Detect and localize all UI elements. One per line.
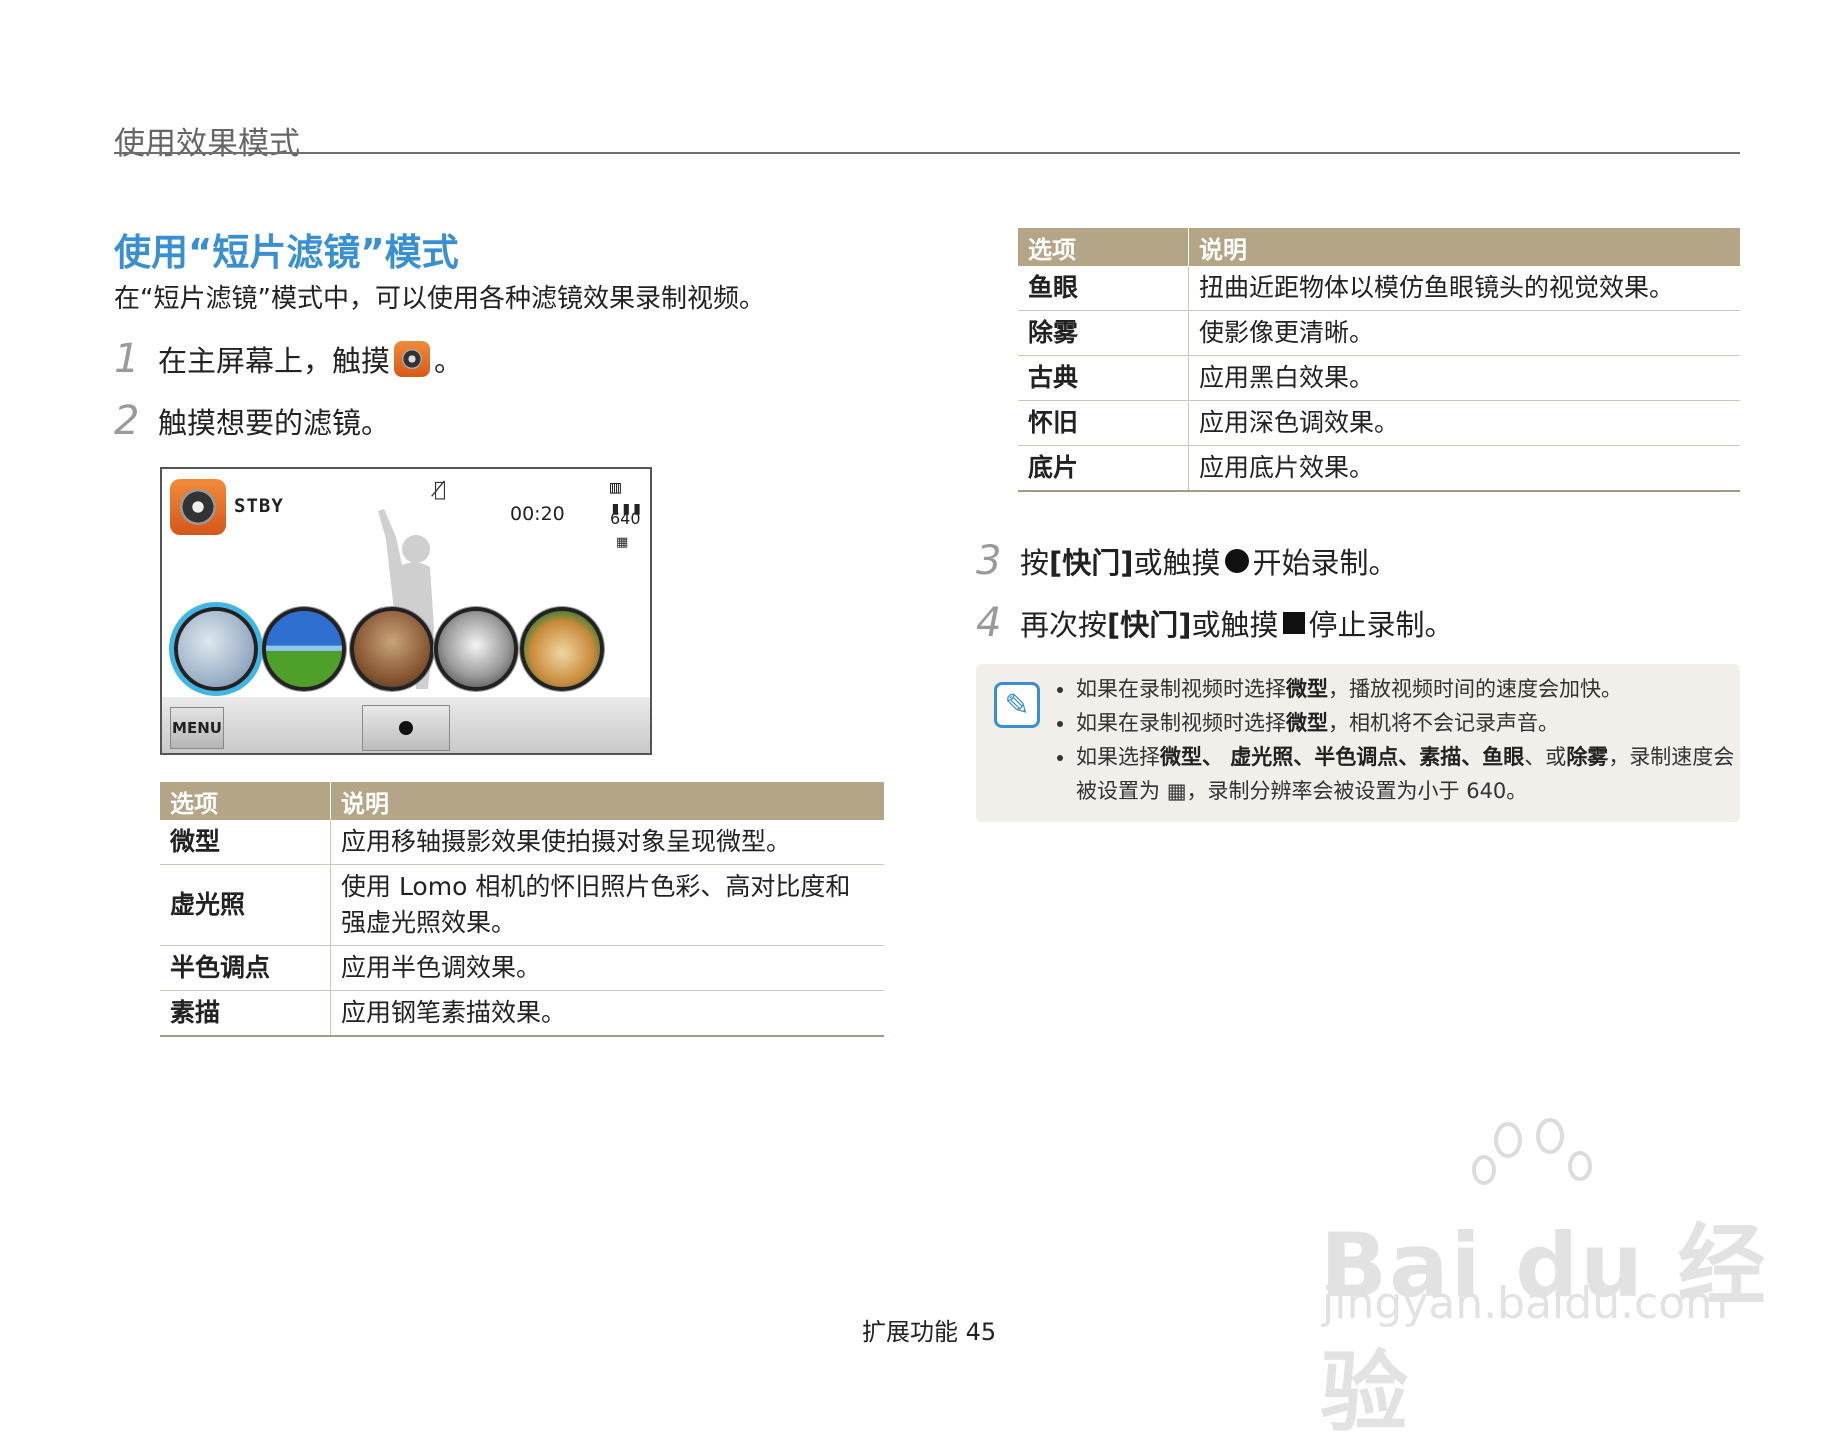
note-item: 如果在录制视频时选择微型，播放视频时间的速度会加快。 (1076, 672, 1736, 706)
option-desc: 使用 Lomo 相机的怀旧照片色彩、高对比度和强虚光照效果。 (330, 864, 884, 946)
section-title: 使用效果模式 (114, 126, 300, 162)
option-desc: 使影像更清晰。 (1188, 310, 1740, 356)
option-desc: 应用半色调效果。 (330, 945, 884, 991)
option-name: 古典 (1018, 355, 1189, 401)
note-bold: 除雾 (1566, 745, 1609, 769)
note-bold: 微型、 虚光照、半色调点、素描、鱼眼 (1160, 745, 1525, 769)
step-text: 再次按 (1020, 608, 1108, 642)
page-title: 使用“短片滤镜”模式 (114, 231, 459, 274)
option-desc: 应用深色调效果。 (1188, 400, 1740, 446)
camera-screen: STBY 🎙̸ ▥ ▮▮▮ 00:20 640 ▦ MENU (160, 467, 652, 755)
step-1: 1 在主屏幕上，触摸 。 (114, 336, 463, 382)
step-text-end: 。 (434, 344, 464, 378)
note-icon: ✎ (994, 682, 1040, 728)
option-desc: 应用钢笔素描效果。 (330, 990, 884, 1037)
table-row: 古典 应用黑白效果。 (1018, 355, 1740, 401)
table-header-desc: 说明 (1188, 228, 1740, 266)
table-header-desc: 说明 (330, 782, 884, 820)
note-text: 如果在录制视频时选择 (1076, 677, 1286, 701)
note-text: 如果选择 (1076, 745, 1160, 769)
record-icon (399, 721, 413, 735)
movie-filter-icon[interactable] (170, 479, 226, 535)
option-name: 微型 (160, 820, 331, 865)
step-text-mid: 或触摸 (1191, 608, 1279, 642)
note-item: 如果选择微型、 虚光照、半色调点、素描、鱼眼、或除雾，录制速度会被设置为 ▦，录… (1076, 740, 1736, 808)
table-row: 微型 应用移轴摄影效果使拍摄对象呈现微型。 (160, 820, 884, 865)
note-list: 如果在录制视频时选择微型，播放视频时间的速度会加快。 如果在录制视频时选择微型，… (1056, 672, 1736, 808)
step-3: 3 按 [快门] 或触摸 开始录制。 (976, 538, 1398, 584)
filter-halftone[interactable] (350, 607, 434, 691)
step-4: 4 再次按 [快门] 或触摸 停止录制。 (976, 600, 1454, 646)
menu-button[interactable]: MENU (170, 707, 224, 749)
paw-logo-icon (1472, 1118, 1592, 1185)
table-row: 半色调点 应用半色调效果。 (160, 945, 884, 991)
step-text: 按 (1020, 546, 1050, 580)
record-icon[interactable] (1224, 549, 1249, 573)
note-text: 、或 (1524, 745, 1567, 769)
option-name: 底片 (1018, 445, 1189, 492)
option-name: 素描 (160, 990, 331, 1037)
option-desc: 应用移轴摄影效果使拍摄对象呈现微型。 (330, 820, 884, 865)
option-desc: 扭曲近距物体以模仿鱼眼镜头的视觉效果。 (1188, 266, 1740, 311)
table-row: 虚光照 使用 Lomo 相机的怀旧照片色彩、高对比度和强虚光照效果。 (160, 864, 884, 946)
stop-icon[interactable] (1282, 612, 1305, 634)
note-text: ，播放视频时间的速度会加快。 (1328, 677, 1622, 701)
table-row: 鱼眼 扭曲近距物体以模仿鱼眼镜头的视觉效果。 (1018, 266, 1740, 311)
filter-vignette[interactable] (262, 607, 346, 691)
options-table-right: 选项 说明 鱼眼 扭曲近距物体以模仿鱼眼镜头的视觉效果。 除雾 使影像更清晰。 … (1018, 228, 1740, 492)
record-button[interactable] (362, 705, 450, 751)
resolution-label: 640 (610, 509, 641, 528)
step-2: 2 触摸想要的滤镜。 (114, 398, 390, 444)
step-number: 2 (114, 398, 140, 444)
step-number: 1 (114, 336, 140, 382)
option-name: 半色调点 (160, 945, 331, 991)
filter-fisheye[interactable] (520, 607, 604, 691)
intro-text: 在“短片滤镜”模式中，可以使用各种滤镜效果录制视频。 (114, 284, 765, 314)
option-desc: 应用黑白效果。 (1188, 355, 1740, 401)
step-text: 触摸想要的滤镜。 (158, 406, 391, 440)
step-text-end: 停止录制。 (1308, 608, 1454, 642)
option-desc: 应用底片效果。 (1188, 445, 1740, 492)
table-row: 怀旧 应用深色调效果。 (1018, 400, 1740, 446)
fps-icon: ▦ (616, 535, 629, 550)
record-time: 00:20 (510, 503, 565, 525)
filter-miniature[interactable] (174, 607, 258, 691)
step-text-mid: 或触摸 (1133, 546, 1221, 580)
shutter-key-label: [快门] (1049, 546, 1134, 580)
table-row: 除雾 使影像更清晰。 (1018, 310, 1740, 356)
option-name: 怀旧 (1018, 400, 1189, 446)
option-name: 鱼眼 (1018, 266, 1189, 311)
status-text: STBY (234, 495, 284, 517)
option-name: 除雾 (1018, 310, 1189, 356)
step-text-end: 开始录制。 (1252, 546, 1398, 580)
step-number: 4 (976, 600, 1002, 646)
option-name: 虚光照 (160, 864, 331, 946)
note-text: 如果在录制视频时选择 (1076, 711, 1286, 735)
table-row: 素描 应用钢笔素描效果。 (160, 990, 884, 1037)
movie-filter-icon[interactable] (394, 341, 431, 377)
note-box: ✎ 如果在录制视频时选择微型，播放视频时间的速度会加快。 如果在录制视频时选择微… (976, 664, 1740, 822)
note-item: 如果在录制视频时选择微型，相机将不会记录声音。 (1076, 706, 1736, 740)
step-text: 在主屏幕上，触摸 (158, 344, 391, 378)
header-divider (114, 152, 1740, 154)
table-header-option: 选项 (1018, 228, 1189, 266)
watermark-url: jingyan.baidu.com (1322, 1278, 1729, 1329)
table-header-option: 选项 (160, 782, 331, 820)
fps-icon: ▦ (1166, 779, 1187, 803)
mic-off-icon: 🎙̸ (434, 477, 447, 501)
note-text: ，录制分辨率会被设置为小于 640。 (1186, 779, 1528, 803)
options-table-left: 选项 说明 微型 应用移轴摄影效果使拍摄对象呈现微型。 虚光照 使用 Lomo … (160, 782, 884, 1037)
note-bold: 微型 (1286, 677, 1328, 701)
filter-sketch[interactable] (434, 607, 518, 691)
shutter-key-label: [快门] (1107, 608, 1192, 642)
note-text: ，相机将不会记录声音。 (1328, 711, 1559, 735)
note-bold: 微型 (1286, 711, 1328, 735)
table-row: 底片 应用底片效果。 (1018, 445, 1740, 492)
step-number: 3 (976, 538, 1002, 584)
page-footer: 扩展功能 45 (862, 1318, 997, 1346)
